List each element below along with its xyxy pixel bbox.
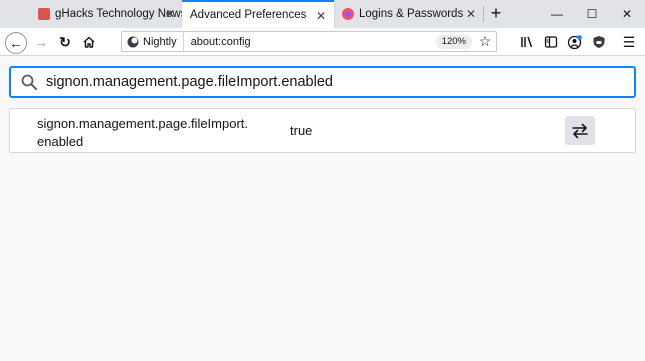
maximize-button[interactable]: ☐ [575,0,609,28]
library-button[interactable] [516,30,538,54]
lockwise-favicon-icon [342,8,354,20]
home-button[interactable] [78,30,100,54]
reload-button[interactable]: ↻ [54,30,76,54]
toggle-arrows-icon [572,123,588,138]
extension-button[interactable] [588,30,610,54]
close-tab-icon[interactable]: ✕ [163,7,177,21]
tab-label: Advanced Preferences [190,9,307,21]
url-bar[interactable]: Nightly about:config 120% ☆ [121,31,497,52]
minimize-button[interactable]: — [540,0,574,28]
shield-icon [593,36,605,48]
tab-logins-passwords[interactable]: Logins & Passwords ✕ [334,0,484,28]
tab-ghacks[interactable]: gHacks Technology News ✕ [30,0,183,28]
app-menu-button[interactable]: ☰ [618,30,640,54]
toggle-button[interactable] [565,116,595,145]
back-icon: ← [5,32,27,54]
identity-label: Nightly [143,35,177,48]
zoom-badge[interactable]: 120% [435,34,472,49]
close-tab-icon[interactable]: ✕ [464,7,478,21]
back-button[interactable]: ← [5,31,27,55]
forward-button[interactable]: → [30,30,52,54]
preference-table: signon.management.page.fileImport. enable… [9,108,636,153]
tab-label: Logins & Passwords [359,8,464,20]
ghacks-favicon-icon [38,8,50,20]
pref-value: true [290,123,313,138]
new-tab-button[interactable]: + [486,4,506,24]
bookmark-star-icon[interactable]: ☆ [476,33,494,51]
pref-name: signon.management.page.fileImport. enable… [37,116,249,149]
window-close-button[interactable]: ✕ [610,0,644,28]
account-button[interactable] [564,30,586,54]
tab-strip: gHacks Technology News ✕ Advanced Prefer… [0,0,645,28]
home-icon [83,36,95,48]
account-icon [567,35,582,50]
nightly-logo-icon [127,36,139,47]
tab-advanced-preferences[interactable]: Advanced Preferences ✕ [182,0,334,28]
close-tab-icon[interactable]: ✕ [314,9,328,23]
search-icon [21,74,37,90]
search-input[interactable]: signon.management.page.fileImport.enable… [46,74,333,90]
sidebar-button[interactable] [540,30,562,54]
sidebar-icon [544,36,558,48]
url-text[interactable]: about:config [191,36,436,48]
preference-search-field[interactable]: signon.management.page.fileImport.enable… [9,66,636,98]
library-icon [521,36,533,48]
identity-box[interactable]: Nightly [122,32,184,51]
